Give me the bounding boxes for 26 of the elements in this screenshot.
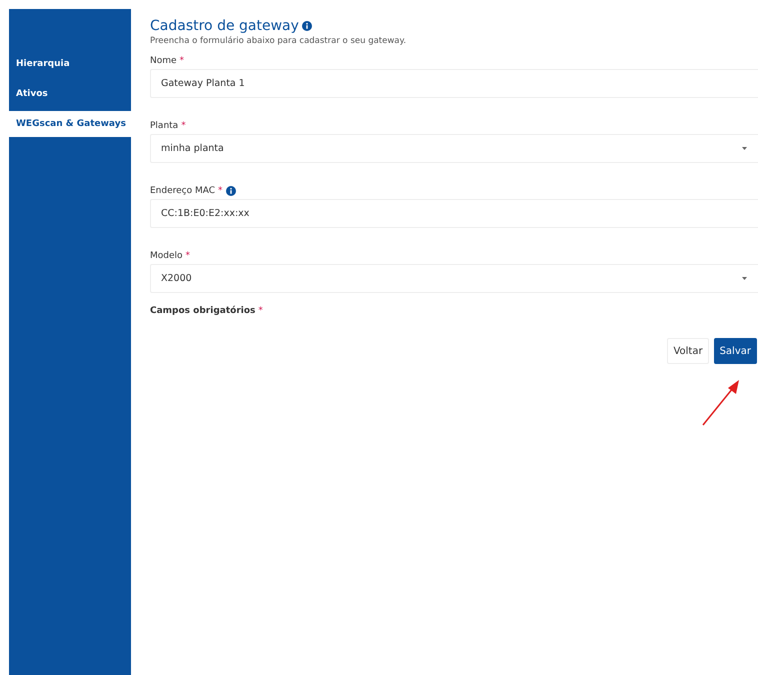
caret-icon xyxy=(742,147,747,150)
required-mark: * xyxy=(180,56,184,66)
field-label: Modelo xyxy=(150,251,183,261)
field-label: Nome xyxy=(150,56,177,66)
caret-icon xyxy=(742,277,747,280)
sidebar-item[interactable]: Hierarquia xyxy=(9,51,131,77)
info-icon xyxy=(302,21,312,31)
input-field[interactable]: CC:1B:E0:E2:xx:xx xyxy=(150,199,758,228)
select-field[interactable]: X2000 xyxy=(150,264,758,293)
required-mark: * xyxy=(181,121,186,131)
required-mark: * xyxy=(186,251,190,261)
required-note: Campos obrigatórios xyxy=(150,306,256,316)
required-mark: * xyxy=(218,186,223,196)
field-label: Planta xyxy=(150,121,178,131)
required-mark: * xyxy=(258,306,263,316)
field-label: Endereço MAC xyxy=(150,186,216,196)
input-field[interactable]: Gateway Planta 1 xyxy=(150,69,758,98)
select-field[interactable]: minha planta xyxy=(150,134,758,163)
back-button[interactable]: Voltar xyxy=(667,338,709,364)
sidebar-item[interactable]: Ativos xyxy=(9,81,131,107)
save-button[interactable]: Salvar xyxy=(714,338,757,364)
sidebar-item[interactable]: WEGscan & Gateways xyxy=(9,111,131,137)
annotation-arrow xyxy=(702,380,739,426)
form-title: Cadastro de gateway xyxy=(150,18,299,34)
info-icon xyxy=(226,186,236,196)
form-subtitle: Preencha o formulário abaixo para cadastrar o seu gateway. xyxy=(150,36,408,46)
